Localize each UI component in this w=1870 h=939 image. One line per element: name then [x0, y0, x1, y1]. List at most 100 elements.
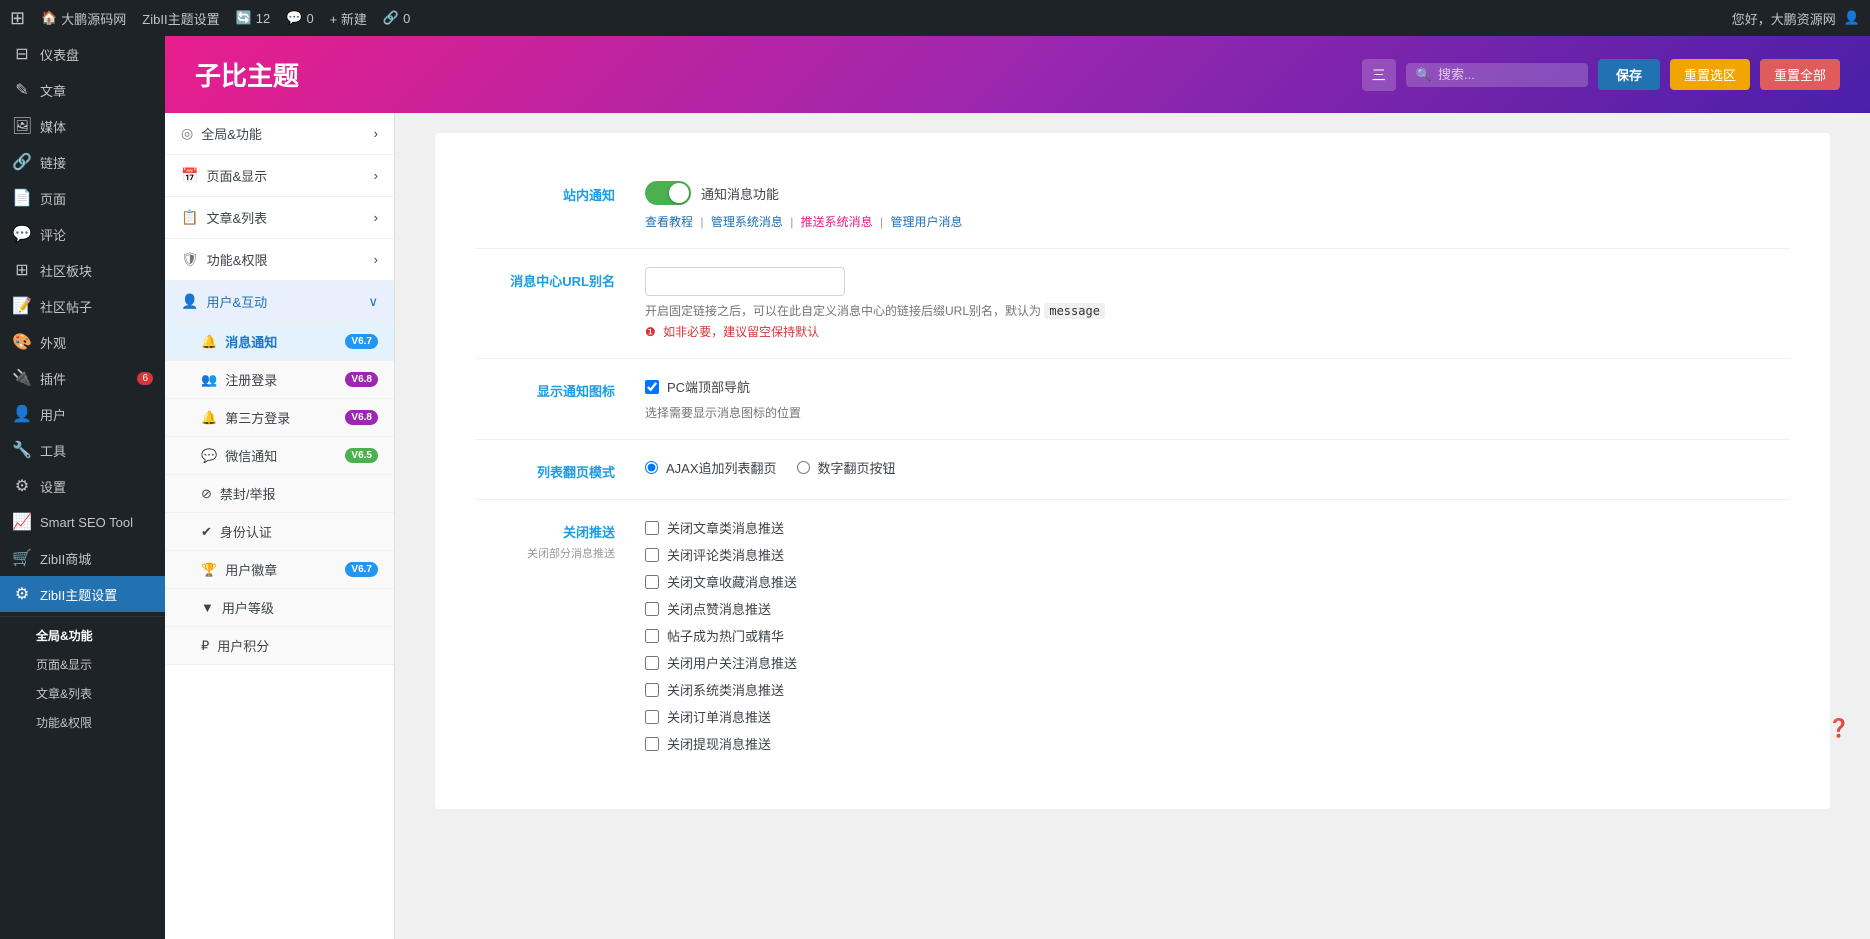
admin-top-bar: ⊞ 🏠 大鹏源码网 ZibII主题设置 🔄 12 💬 0 + 新建 🔗 0 您好…	[0, 0, 1870, 36]
settings-nav-user-interaction[interactable]: 👤 用户&互动 ∨	[165, 281, 394, 323]
sidebar-label-settings: 设置	[40, 477, 66, 496]
settings-nav-global-func[interactable]: ◎ 全局&功能 ›	[165, 113, 394, 155]
help-button[interactable]: ❓	[1828, 718, 1850, 739]
sidebar-item-community-blocks[interactable]: ⊞ 社区板块	[0, 252, 165, 288]
media-icon: 🖼	[12, 116, 32, 136]
link-manage-user-msg[interactable]: 管理用户消息	[890, 215, 962, 229]
sidebar-divider	[0, 616, 165, 617]
settings-nav-label-user: 用户&互动	[206, 292, 267, 311]
checkbox-extract-push[interactable]	[645, 737, 659, 751]
page-display-icon: 📅	[181, 167, 198, 184]
control-show-notification-icon: PC端顶部导航 选择需要显示消息图标的位置	[645, 377, 1790, 421]
checkbox-fav-push[interactable]	[645, 575, 659, 589]
comments-icon: 💬	[286, 10, 302, 26]
link-push-sys-msg[interactable]: 推送系统消息	[801, 215, 873, 229]
sidebar-item-users[interactable]: 👤 用户	[0, 396, 165, 432]
settings-nav-article-list[interactable]: 📋 文章&列表 ›	[165, 197, 394, 239]
site-name-link[interactable]: 🏠 大鹏源码网	[41, 9, 126, 28]
settings-sub-register-login[interactable]: 👥 注册登录 V6.8	[165, 361, 394, 399]
settings-sub-wechat-notify[interactable]: 💬 微信通知 V6.5	[165, 437, 394, 475]
sidebar-sub-global-func[interactable]: 全局&功能	[0, 621, 165, 650]
notification-icon: 🔔	[201, 334, 217, 350]
greeting-text: 您好，大鹏资源网	[1732, 9, 1836, 28]
settings-layout: ◎ 全局&功能 › 📅 页面&显示 › 📋 文章&列表	[165, 113, 1870, 939]
settings-nav-func-perms[interactable]: 🛡 功能&权限 ›	[165, 239, 394, 281]
reset-selection-button[interactable]: 重置选区	[1670, 59, 1750, 90]
sidebar-item-dashboard[interactable]: ⊟ 仪表盘	[0, 36, 165, 72]
label-like-push: 关闭点赞消息推送	[667, 599, 771, 618]
sidebar-item-community-posts[interactable]: 📝 社区帖子	[0, 288, 165, 324]
numeric-radio[interactable]	[797, 461, 810, 474]
checkbox-article-push[interactable]	[645, 521, 659, 535]
header-menu-button[interactable]: 三	[1362, 59, 1396, 91]
form-row-msg-url-alias: 消息中心URL别名 开启固定链接之后，可以在此自定义消息中心的链接后缀URL别名…	[475, 249, 1790, 359]
toggle-notification[interactable]	[645, 181, 691, 205]
checkbox-order-push[interactable]	[645, 710, 659, 724]
sidebar-sub-func-perms[interactable]: 功能&权限	[0, 708, 165, 737]
new-content-link[interactable]: + 新建	[330, 9, 367, 28]
sidebar-item-appearance[interactable]: 🎨 外观	[0, 324, 165, 360]
settings-sub-label-identity: 身份认证	[220, 522, 272, 541]
sidebar-label-appearance: 外观	[40, 333, 66, 352]
link-manage-sys-msg[interactable]: 管理系统消息	[711, 215, 783, 229]
plugins-icon: 🔌	[12, 368, 32, 388]
zibi-settings-link[interactable]: ZibII主题设置	[142, 9, 219, 28]
sidebar-item-tools[interactable]: 🔧 工具	[0, 432, 165, 468]
sidebar-label-smart-seo: Smart SEO Tool	[40, 515, 133, 530]
settings-sub-label-wechat: 微信通知	[225, 446, 277, 465]
wp-logo-link[interactable]: ⊞	[10, 8, 25, 29]
settings-sub-user-points[interactable]: ₽ 用户积分	[165, 627, 394, 665]
reset-all-button[interactable]: 重置全部	[1760, 59, 1840, 90]
site-name-text: 大鹏源码网	[61, 9, 126, 28]
label-system-push: 关闭系统类消息推送	[667, 680, 784, 699]
checkbox-like-push[interactable]	[645, 602, 659, 616]
save-button[interactable]: 保存	[1598, 59, 1660, 90]
sidebar-item-zibi-theme[interactable]: ⚙ ZibII主题设置	[0, 576, 165, 612]
pc-nav-checkbox[interactable]	[645, 380, 659, 394]
header-search-input[interactable]	[1438, 67, 1578, 82]
pages-icon: 📄	[12, 188, 32, 208]
checkbox-close-comment-push: 关闭评论类消息推送	[645, 545, 1790, 564]
checkbox-hot-push[interactable]	[645, 629, 659, 643]
sidebar-item-plugins[interactable]: 🔌 插件 6	[0, 360, 165, 396]
settings-sub-user-badge[interactable]: 🏆 用户徽章 V6.7	[165, 551, 394, 589]
settings-sub-user-level[interactable]: ▼ 用户等级	[165, 589, 394, 627]
page-header-actions: 三 🔍 保存 重置选区 重置全部	[1362, 59, 1840, 91]
sidebar-item-pages[interactable]: 📄 页面	[0, 180, 165, 216]
links-link[interactable]: 🔗 0	[383, 10, 410, 26]
updates-icon: 🔄	[236, 10, 252, 26]
checkbox-follow-push[interactable]	[645, 656, 659, 670]
header-search-wrap: 🔍	[1406, 63, 1588, 87]
settings-nav-page-display[interactable]: 📅 页面&显示 ›	[165, 155, 394, 197]
settings-sub-notification[interactable]: 🔔 消息通知 V6.7	[165, 323, 394, 361]
settings-nav: ◎ 全局&功能 › 📅 页面&显示 › 📋 文章&列表	[165, 113, 395, 939]
checkbox-close-system-push: 关闭系统类消息推送	[645, 680, 1790, 699]
pc-nav-label: PC端顶部导航	[667, 377, 750, 396]
checkbox-comment-push[interactable]	[645, 548, 659, 562]
sidebar-item-posts[interactable]: ✎ 文章	[0, 72, 165, 108]
sidebar-sub-article-list[interactable]: 文章&列表	[0, 679, 165, 708]
settings-sub-identity-verify[interactable]: ✔ 身份认证	[165, 513, 394, 551]
link-view-tutorial[interactable]: 查看教程	[645, 215, 693, 229]
updates-link[interactable]: 🔄 12	[236, 10, 271, 26]
sidebar-item-media[interactable]: 🖼 媒体	[0, 108, 165, 144]
settings-content-area: 站内通知 通知消息功能 查看教程 | 管理系统消息 |	[395, 113, 1870, 939]
comments-link[interactable]: 💬 0	[286, 10, 313, 26]
user-points-icon: ₽	[201, 638, 209, 654]
checkbox-close-extract-push: 关闭提现消息推送	[645, 734, 1790, 753]
settings-sub-ban-report[interactable]: ⊘ 禁封/举报	[165, 475, 394, 513]
sidebar-item-smart-seo[interactable]: 📈 Smart SEO Tool	[0, 504, 165, 540]
settings-sub-third-login[interactable]: 🔔 第三方登录 V6.8	[165, 399, 394, 437]
sidebar-sub-page-display[interactable]: 页面&显示	[0, 650, 165, 679]
sidebar-item-comments[interactable]: 💬 评论	[0, 216, 165, 252]
checkbox-system-push[interactable]	[645, 683, 659, 697]
radio-numeric: 数字翻页按钮	[797, 458, 896, 477]
arrow-right-icon-4: ›	[374, 252, 378, 267]
identity-icon: ✔	[201, 524, 212, 540]
sidebar-item-links[interactable]: 🔗 链接	[0, 144, 165, 180]
sidebar-item-zibi-shop[interactable]: 🛒 ZibII商城	[0, 540, 165, 576]
sidebar-item-settings[interactable]: ⚙ 设置	[0, 468, 165, 504]
msg-url-alias-input[interactable]	[645, 267, 845, 296]
ajax-radio[interactable]	[645, 461, 658, 474]
help-icon-container: ❓	[1828, 718, 1850, 739]
